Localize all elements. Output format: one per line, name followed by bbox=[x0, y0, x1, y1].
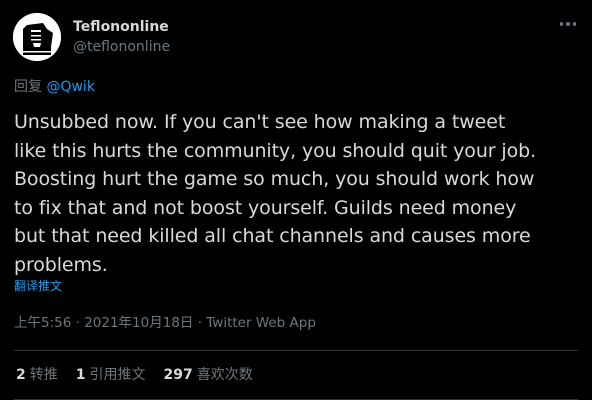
user-handle[interactable]: @teflononline bbox=[73, 37, 170, 57]
tweet-header: Teflononline @teflononline bbox=[13, 13, 170, 61]
likes-label: 喜欢次数 bbox=[196, 367, 253, 383]
more-options-button[interactable] bbox=[559, 14, 576, 34]
quotes-label: 引用推文 bbox=[89, 367, 146, 383]
tweet-text-line: problems. bbox=[14, 253, 108, 276]
quotes-count: 1 bbox=[75, 367, 86, 383]
tweet-text-line: like this hurts the community, you shoul… bbox=[14, 139, 537, 162]
quotes-stat[interactable]: 1 引用推文 bbox=[76, 365, 146, 385]
retweets-count: 2 bbox=[16, 367, 26, 383]
tweet-text-line: to fix that and not boost yourself. Guil… bbox=[14, 196, 517, 219]
likes-stat[interactable]: 297 喜欢次数 bbox=[164, 365, 253, 385]
sphinx-icon bbox=[13, 13, 61, 61]
display-name[interactable]: Teflononline bbox=[73, 17, 170, 37]
tweet-card: Teflononline @teflononline 回复 @Qwik Unsu… bbox=[0, 0, 592, 400]
reply-prefix: 回复 bbox=[14, 79, 42, 95]
tweet-stats: 2 转推 1 引用推文 297 喜欢次数 bbox=[16, 365, 253, 385]
dot-icon bbox=[559, 22, 563, 26]
user-names: Teflononline @teflononline bbox=[73, 17, 170, 57]
tweet-timestamp-source[interactable]: 上午5:56 · 2021年10月18日 · Twitter Web App bbox=[14, 313, 316, 333]
tweet-text-line: Unsubbed now. If you can't see how makin… bbox=[14, 111, 506, 133]
dot-icon bbox=[572, 22, 576, 26]
retweets-stat[interactable]: 2 转推 bbox=[16, 365, 58, 385]
tweet-text-line: but that need killed all chat channels a… bbox=[14, 225, 531, 248]
divider bbox=[14, 350, 578, 351]
dot-icon bbox=[566, 22, 570, 26]
retweets-label: 转推 bbox=[29, 367, 58, 383]
likes-count: 297 bbox=[163, 367, 193, 383]
tweet-text-line: Boosting hurt the game so much, you shou… bbox=[14, 168, 535, 191]
reply-mention-link[interactable]: @Qwik bbox=[46, 79, 94, 95]
avatar[interactable] bbox=[13, 13, 61, 61]
reply-context: 回复 @Qwik bbox=[14, 77, 95, 97]
tweet-text: Unsubbed now. If you can't see how makin… bbox=[14, 108, 580, 280]
translate-tweet-link[interactable]: 翻译推文 bbox=[14, 278, 62, 294]
